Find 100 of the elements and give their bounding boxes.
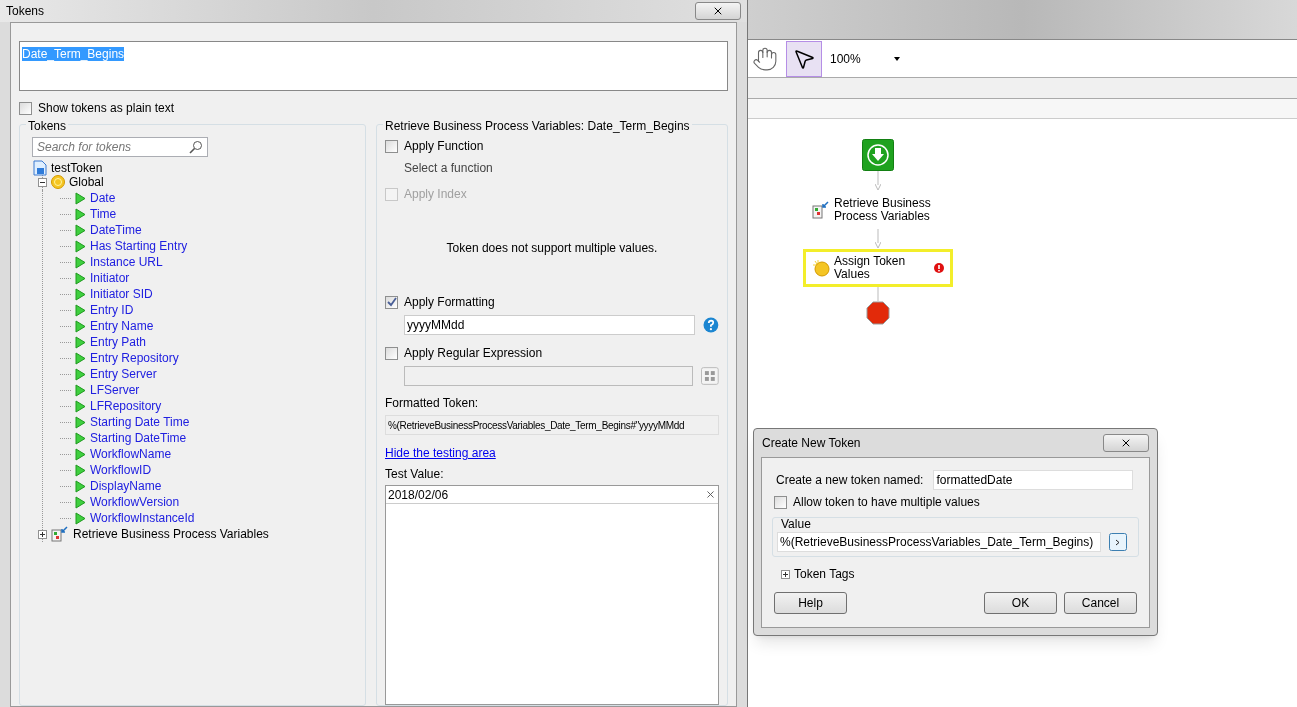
coin-icon — [51, 175, 65, 189]
play-icon — [75, 383, 86, 397]
play-icon — [75, 239, 86, 253]
play-icon — [75, 463, 86, 477]
play-icon — [75, 191, 86, 205]
play-icon — [75, 287, 86, 301]
search-icon — [189, 140, 203, 154]
tree-item[interactable]: DisplayName — [90, 477, 162, 495]
tree-item[interactable]: Starting Date Time — [90, 413, 190, 431]
play-icon — [75, 335, 86, 349]
close-button[interactable] — [1103, 434, 1149, 452]
tree-item[interactable]: Has Starting Entry — [90, 237, 188, 255]
tree-item[interactable]: Entry Repository — [90, 349, 179, 367]
test-value-area[interactable]: 2018/02/06 — [385, 485, 719, 705]
tree-item[interactable]: Initiator — [90, 269, 130, 287]
start-node-icon[interactable] — [862, 139, 894, 171]
token-name-field[interactable]: formattedDate — [933, 470, 1134, 490]
value-field[interactable]: %(RetrieveBusinessProcessVariables_Date_Term_Begins) — [777, 532, 1101, 552]
node-label: Assign Token Values — [834, 255, 907, 281]
expand-icon[interactable] — [781, 569, 790, 579]
insert-token-icon[interactable] — [1109, 533, 1127, 551]
checkbox-label: Allow token to have multiple values — [793, 494, 980, 511]
test-value-label: Test Value: — [385, 466, 445, 483]
window-title: Tokens — [6, 3, 45, 20]
checkbox-label: Apply Function — [404, 138, 484, 155]
tree-item[interactable]: Initiator SID — [90, 285, 153, 303]
close-button[interactable] — [695, 2, 741, 20]
play-icon — [75, 447, 86, 461]
play-icon — [75, 415, 86, 429]
function-hint: Select a function — [404, 160, 494, 177]
grid-button-icon[interactable] — [701, 367, 719, 385]
checkbox[interactable] — [385, 139, 398, 153]
activity-node[interactable]: Assign Token Values — [803, 249, 953, 287]
checkbox[interactable] — [774, 495, 787, 509]
coin-icon — [812, 259, 830, 277]
checkbox-label: Apply Formatting — [404, 294, 495, 311]
stop-node-icon[interactable] — [866, 301, 890, 325]
tree-item[interactable]: WorkflowVersion — [90, 493, 180, 511]
selected-text: Date_Term_Begins — [22, 47, 125, 61]
pointer-tool-button[interactable] — [786, 40, 822, 77]
play-icon — [75, 271, 86, 285]
help-icon[interactable] — [703, 317, 719, 333]
checkbox[interactable] — [19, 101, 32, 115]
activity-icon — [51, 526, 69, 542]
error-icon — [934, 263, 944, 273]
test-value: 2018/02/06 — [388, 486, 449, 504]
tree-item[interactable]: Retrieve Business Process Variables — [73, 525, 269, 543]
play-icon — [75, 367, 86, 381]
checkbox-label: Show tokens as plain text — [38, 100, 175, 117]
tree-item[interactable]: WorkflowName — [90, 445, 172, 463]
play-icon — [75, 511, 86, 525]
checkbox-label: Apply Regular Expression — [404, 345, 543, 362]
token-tags-label: Token Tags — [794, 566, 855, 583]
play-icon — [75, 223, 86, 237]
dialog-button[interactable]: OK — [984, 592, 1057, 614]
play-icon — [75, 495, 86, 509]
play-icon — [75, 319, 86, 333]
tree-item[interactable]: Instance URL — [90, 253, 163, 271]
dialog-button[interactable]: Cancel — [1064, 592, 1137, 614]
formatted-token-field[interactable]: %(RetrieveBusinessProcessVariables_Date_Term_Begins#"yyyyMMdd — [385, 415, 719, 435]
zoom-level[interactable]: 100% — [830, 49, 886, 68]
tree-item[interactable]: Entry Path — [90, 333, 147, 351]
tree-item[interactable]: Entry ID — [90, 301, 134, 319]
activity-icon — [812, 201, 830, 219]
checkbox[interactable] — [385, 346, 398, 360]
hide-testing-link[interactable]: Hide the testing area — [385, 444, 496, 462]
connector-arrow — [875, 229, 881, 249]
close-icon — [712, 5, 724, 17]
search-field[interactable]: Search for tokens — [32, 137, 208, 157]
formatted-token-label: Formatted Token: — [385, 395, 480, 412]
token-name-label: Create a new token named: — [776, 472, 924, 489]
tree-item[interactable]: WorkflowID — [90, 461, 152, 479]
clear-icon[interactable] — [705, 489, 716, 500]
tree-item[interactable]: Entry Name — [90, 317, 154, 335]
connector-arrow — [875, 171, 881, 191]
close-icon — [1120, 437, 1132, 449]
activity-node[interactable]: Retrieve Business Process Variables — [803, 191, 953, 229]
tree-item[interactable]: Starting DateTime — [90, 429, 187, 447]
caret-icon[interactable] — [894, 56, 900, 61]
collapse-icon[interactable] — [38, 177, 47, 187]
search-placeholder: Search for tokens — [37, 139, 132, 156]
play-icon — [75, 479, 86, 493]
group-heading: Value — [781, 516, 811, 533]
tree-item[interactable]: Time — [90, 205, 117, 223]
tree-item[interactable]: LFRepository — [90, 397, 162, 415]
expand-icon[interactable] — [38, 529, 47, 539]
checkbox[interactable] — [385, 295, 398, 309]
tree-item[interactable]: DateTime — [90, 221, 142, 239]
tree-item[interactable]: Entry Server — [90, 365, 157, 383]
format-field[interactable]: yyyyMMdd — [404, 315, 696, 335]
regex-field[interactable] — [404, 366, 694, 386]
tree-item[interactable]: LFServer — [90, 381, 140, 399]
dialog-button[interactable]: Help — [774, 592, 847, 614]
node-label: Retrieve Business Process Variables — [834, 197, 932, 223]
tree-item[interactable]: WorkflowInstanceId — [90, 509, 195, 527]
play-icon — [75, 399, 86, 413]
tree-item[interactable]: Date — [90, 189, 116, 207]
window-title: Create New Token — [762, 435, 861, 452]
hand-tool-icon[interactable] — [752, 45, 778, 72]
play-icon — [75, 431, 86, 445]
